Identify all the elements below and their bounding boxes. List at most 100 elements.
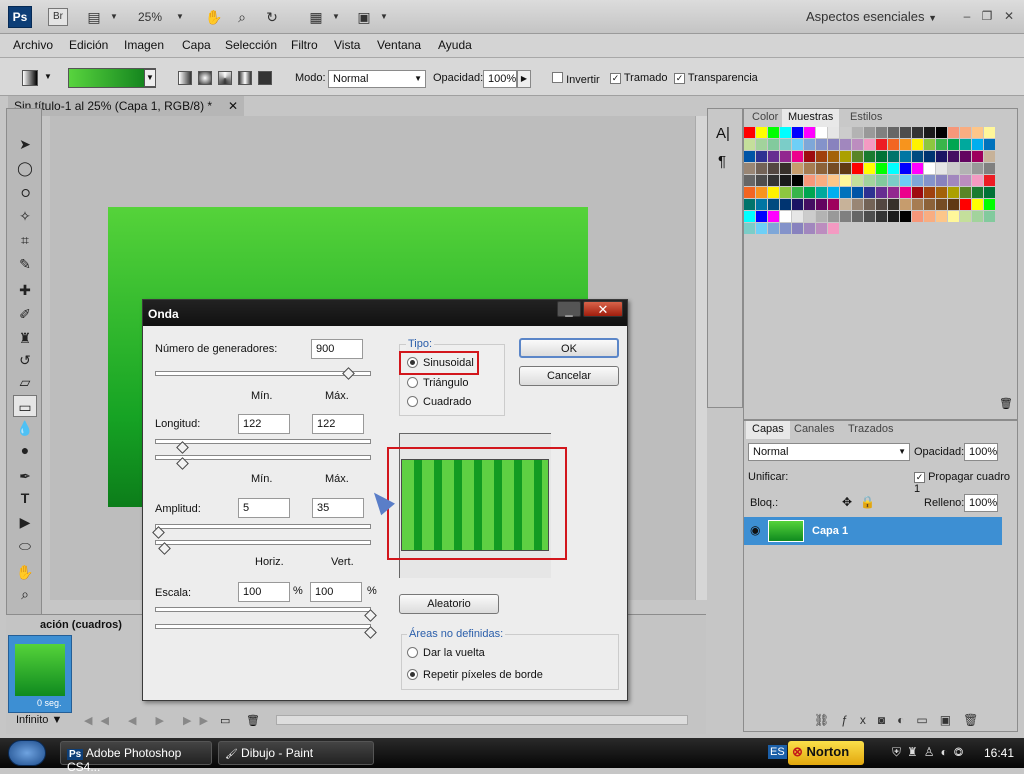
color-swatch[interactable]: [780, 139, 791, 150]
color-swatch[interactable]: [984, 139, 995, 150]
color-swatch[interactable]: [804, 175, 815, 186]
tab-muestras[interactable]: Muestras: [782, 109, 840, 127]
color-swatch[interactable]: [912, 175, 923, 186]
color-swatch[interactable]: [876, 175, 887, 186]
dialog-close-icon[interactable]: ✕: [583, 301, 623, 317]
color-swatch[interactable]: [792, 199, 803, 210]
color-swatch[interactable]: [852, 175, 863, 186]
color-swatch[interactable]: [756, 187, 767, 198]
color-swatch[interactable]: [924, 139, 935, 150]
frame-time[interactable]: 0 seg.: [37, 698, 62, 708]
color-swatch[interactable]: [984, 187, 995, 198]
history-brush-icon[interactable]: ↺: [13, 349, 37, 371]
color-swatch[interactable]: [852, 199, 863, 210]
menu-edicion[interactable]: Edición: [69, 38, 108, 52]
eraser-icon[interactable]: ▱: [13, 371, 37, 393]
wrap-around-radio[interactable]: [407, 647, 418, 658]
wavelength-min-input[interactable]: 122: [238, 414, 290, 434]
color-swatch[interactable]: [852, 151, 863, 162]
color-swatch[interactable]: [924, 187, 935, 198]
color-swatch[interactable]: [780, 199, 791, 210]
color-swatch[interactable]: [972, 211, 983, 222]
color-swatch[interactable]: [780, 211, 791, 222]
color-swatch[interactable]: [792, 163, 803, 174]
preset-chevron-icon[interactable]: ▼: [44, 72, 52, 81]
color-swatch[interactable]: [840, 199, 851, 210]
gradient-tool-icon[interactable]: ▭: [13, 395, 37, 417]
color-swatch[interactable]: [888, 163, 899, 174]
color-swatch[interactable]: [828, 187, 839, 198]
layer-footer-icons[interactable]: ⛓ƒx◙◐▭▣🗑: [814, 713, 990, 727]
color-swatch[interactable]: [744, 223, 755, 234]
color-swatch[interactable]: [852, 127, 863, 138]
layer-row[interactable]: ◉ Capa 1: [744, 517, 1002, 545]
menu-filtro[interactable]: Filtro: [291, 38, 318, 52]
menu-seleccion[interactable]: Selección: [225, 38, 277, 52]
color-swatch[interactable]: [768, 127, 779, 138]
menu-ventana[interactable]: Ventana: [377, 38, 421, 52]
color-swatch[interactable]: [984, 175, 995, 186]
blend-mode-select[interactable]: Normal ▼: [748, 443, 910, 461]
color-swatch[interactable]: [780, 163, 791, 174]
color-swatch[interactable]: [900, 211, 911, 222]
color-swatch[interactable]: [960, 211, 971, 222]
color-swatch[interactable]: [972, 163, 983, 174]
color-swatch[interactable]: [888, 139, 899, 150]
color-swatch[interactable]: [876, 211, 887, 222]
color-swatch[interactable]: [948, 187, 959, 198]
color-swatch[interactable]: [912, 139, 923, 150]
color-swatch[interactable]: [888, 199, 899, 210]
magic-wand-icon[interactable]: ✧: [13, 205, 37, 227]
duplicate-frame-icon[interactable]: ▭: [220, 714, 230, 727]
swatch-grid[interactable]: [744, 127, 1004, 235]
gradient-picker-chevron-icon[interactable]: ▼: [144, 69, 156, 87]
color-swatch[interactable]: [888, 127, 899, 138]
zoom-dropdown-icon[interactable]: ▼: [170, 8, 190, 26]
restore-icon[interactable]: ❐: [978, 8, 996, 24]
color-swatch[interactable]: [744, 199, 755, 210]
color-swatch[interactable]: [948, 151, 959, 162]
color-swatch[interactable]: [900, 175, 911, 186]
color-swatch[interactable]: [840, 211, 851, 222]
document-tab[interactable]: Sin título-1 al 25% (Capa 1, RGB/8) *: [8, 96, 244, 116]
scale-vert-slider[interactable]: [155, 624, 377, 639]
color-swatch[interactable]: [756, 211, 767, 222]
color-swatch[interactable]: [900, 199, 911, 210]
tab-capas[interactable]: Capas: [746, 421, 790, 439]
radial-gradient-icon[interactable]: [198, 71, 212, 85]
lock-all-icon[interactable]: 🔒: [860, 495, 875, 509]
screen-mode-icon[interactable]: ▣: [354, 8, 374, 26]
mode-select[interactable]: Normal ▼: [328, 70, 426, 88]
color-swatch[interactable]: [936, 151, 947, 162]
visibility-eye-icon[interactable]: ◉: [750, 523, 760, 537]
color-swatch[interactable]: [792, 187, 803, 198]
color-swatch[interactable]: [912, 187, 923, 198]
scale-vert-input[interactable]: 100: [310, 582, 362, 602]
color-swatch[interactable]: [864, 199, 875, 210]
square-radio[interactable]: [407, 396, 418, 407]
color-swatch[interactable]: [936, 175, 947, 186]
color-swatch[interactable]: [768, 175, 779, 186]
color-swatch[interactable]: [924, 151, 935, 162]
color-swatch[interactable]: [876, 163, 887, 174]
invert-checkbox[interactable]: Invertir: [552, 72, 600, 86]
color-swatch[interactable]: [984, 127, 995, 138]
triangle-radio[interactable]: [407, 377, 418, 388]
arrange-documents-icon[interactable]: ▦: [306, 8, 326, 26]
scale-horiz-thumb[interactable]: [364, 609, 377, 622]
color-swatch[interactable]: [840, 163, 851, 174]
menu-archivo[interactable]: Archivo: [13, 38, 53, 52]
color-swatch[interactable]: [948, 163, 959, 174]
wavelength-min-thumb[interactable]: [176, 441, 189, 454]
color-swatch[interactable]: [828, 175, 839, 186]
color-swatch[interactable]: [792, 139, 803, 150]
amplitude-max-input[interactable]: 35: [312, 498, 364, 518]
color-swatch[interactable]: [912, 199, 923, 210]
color-swatch[interactable]: [876, 199, 887, 210]
color-swatch[interactable]: [852, 139, 863, 150]
color-swatch[interactable]: [984, 199, 995, 210]
wavelength-max-thumb[interactable]: [176, 457, 189, 470]
character-panel-icon[interactable]: A|: [716, 125, 730, 142]
tab-trazados[interactable]: Trazados: [842, 421, 899, 439]
film-icon[interactable]: ▤: [84, 8, 104, 26]
